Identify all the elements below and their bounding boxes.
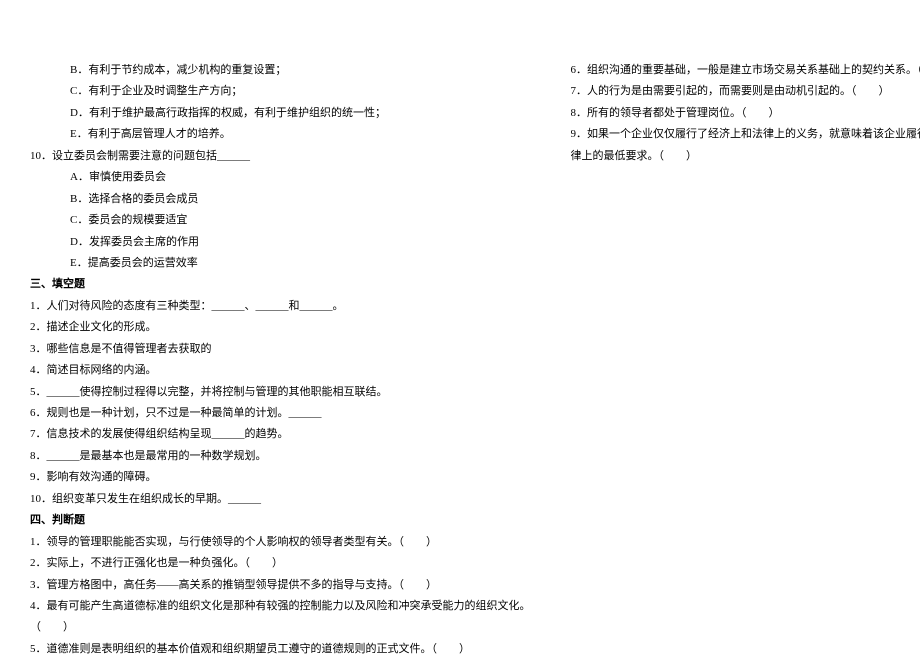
q9-option-e: E．有利于高层管理人才的培养。 [30, 124, 531, 145]
q9-option-b: B．有利于节约成本，减少机构的重复设置； [30, 60, 531, 81]
fill-10: 10．组织变革只发生在组织成长的早期。______ [30, 489, 531, 510]
q10-option-a: A．审慎使用委员会 [30, 167, 531, 188]
fill-8: 8．______是最基本也是最常用的一种数学规划。 [30, 446, 531, 467]
fill-4: 4．简述目标网络的内涵。 [30, 360, 531, 381]
fill-3: 3．哪些信息是不值得管理者去获取的 [30, 339, 531, 360]
q9-option-d: D．有利于维护最高行政指挥的权威，有利于维护组织的统一性； [30, 103, 531, 124]
fill-6: 6．规则也是一种计划，只不过是一种最简单的计划。______ [30, 403, 531, 424]
section-3-header: 三、填空题 [30, 274, 531, 295]
judge-9: 9．如果一个企业仅仅履行了经济上和法律上的义务，就意味着该企业履行了它的社会责任… [571, 124, 920, 145]
fill-7: 7．信息技术的发展使得组织结构呈现______的趋势。 [30, 424, 531, 445]
right-column: 6．组织沟通的重要基础，一般是建立市场交易关系基础上的契约关系。（ ） 7．人的… [571, 60, 920, 631]
fill-9: 9．影响有效沟通的障碍。 [30, 467, 531, 488]
judge-1: 1．领导的管理职能能否实现，与行使领导的个人影响权的领导者类型有关。（ ） [30, 532, 531, 553]
section-4-header: 四、判断题 [30, 510, 531, 531]
judge-7: 7．人的行为是由需要引起的，而需要则是由动机引起的。（ ） [571, 81, 920, 102]
left-column: B．有利于节约成本，减少机构的重复设置； C．有利于企业及时调整生产方向； D．… [30, 60, 531, 631]
judge-2: 2．实际上，不进行正强化也是一种负强化。（ ） [30, 553, 531, 574]
fill-2: 2．描述企业文化的形成。 [30, 317, 531, 338]
judge-4: 4．最有可能产生高道德标准的组织文化是那种有较强的控制能力以及风险和冲突承受能力… [30, 596, 531, 617]
judge-5: 5．道德准则是表明组织的基本价值观和组织期望员工遵守的道德规则的正式文件。（ ） [30, 639, 531, 660]
judge-4-cont: （ ） [30, 617, 531, 638]
fill-1: 1．人们对待风险的态度有三种类型：______、______和______。 [30, 296, 531, 317]
judge-8: 8．所有的领导者都处于管理岗位。（ ） [571, 103, 920, 124]
q10-stem: 10．设立委员会制需要注意的问题包括______ [30, 146, 531, 167]
q9-option-c: C．有利于企业及时调整生产方向； [30, 81, 531, 102]
q10-option-d: D．发挥委员会主席的作用 [30, 232, 531, 253]
fill-5: 5．______使得控制过程得以完整，并将控制与管理的其他职能相互联结。 [30, 382, 531, 403]
q10-option-e: E．提高委员会的运营效率 [30, 253, 531, 274]
judge-3: 3．管理方格图中，高任务——高关系的推销型领导提供不多的指导与支持。（ ） [30, 575, 531, 596]
q10-option-b: B．选择合格的委员会成员 [30, 189, 531, 210]
q10-option-c: C．委员会的规模要适宜 [30, 210, 531, 231]
judge-9-cont: 律上的最低要求。（ ） [571, 146, 920, 167]
judge-6: 6．组织沟通的重要基础，一般是建立市场交易关系基础上的契约关系。（ ） [571, 60, 920, 81]
